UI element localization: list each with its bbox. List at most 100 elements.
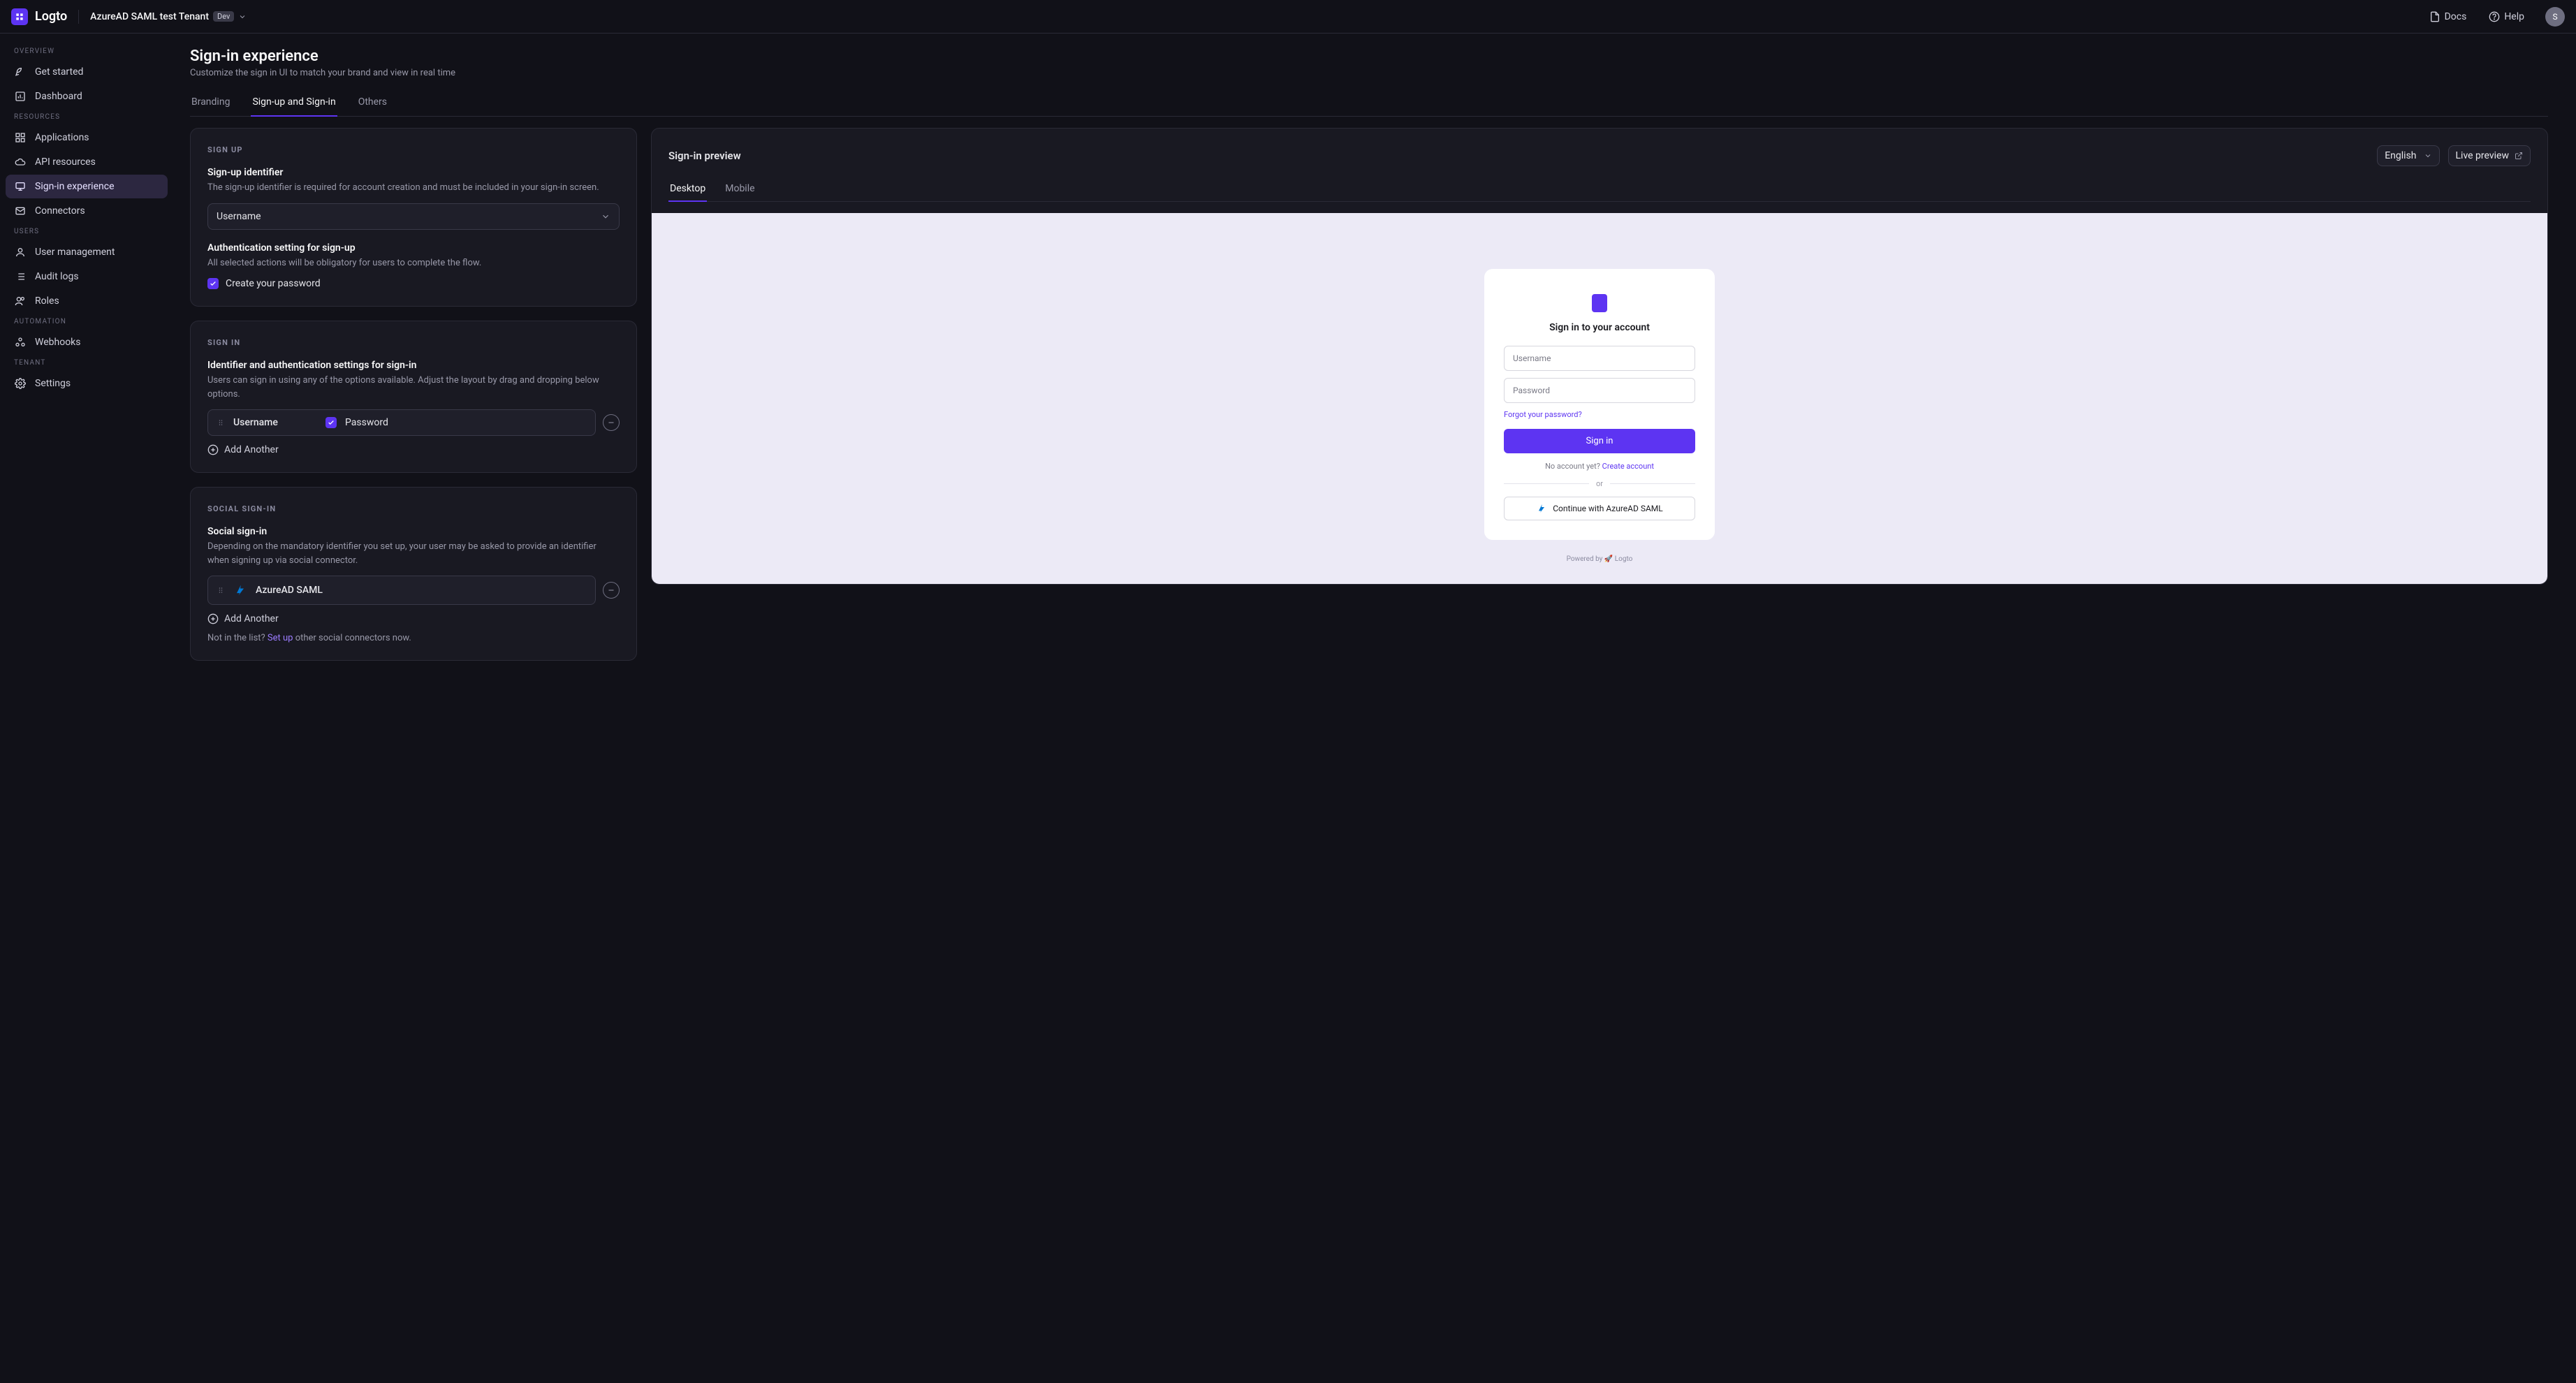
sidebar-item-label: Webhooks — [35, 337, 81, 348]
sidebar-item-dashboard[interactable]: Dashboard — [6, 85, 168, 108]
preview-title: Sign-in preview — [668, 149, 2369, 162]
chevron-down-icon — [238, 13, 247, 21]
signin-method-name: Username — [233, 417, 317, 428]
preview-tab-mobile[interactable]: Mobile — [724, 177, 756, 201]
brand-logo[interactable]: Logto — [11, 8, 67, 25]
tenant-switcher[interactable]: AzureAD SAML test Tenant Dev — [90, 11, 247, 22]
preview-forgot-link[interactable]: Forgot your password? — [1504, 410, 1695, 419]
help-label: Help — [2504, 11, 2524, 22]
social-title: Social sign-in — [207, 526, 620, 537]
signin-method-row[interactable]: Username Password — [207, 409, 596, 436]
sidebar-item-get-started[interactable]: Get started — [6, 60, 168, 84]
drag-handle-icon[interactable] — [217, 586, 225, 594]
signin-card: SIGN IN Identifier and authentication se… — [190, 321, 637, 473]
add-social-connector-button[interactable]: Add Another — [207, 613, 620, 624]
add-signin-method-button[interactable]: Add Another — [207, 444, 620, 455]
docs-label: Docs — [2445, 11, 2467, 22]
sidebar-item-label: Settings — [35, 378, 71, 389]
preview-logo-icon — [1592, 294, 1607, 312]
preview-language-value: English — [2385, 150, 2416, 161]
preview-oauth-label: Continue with AzureAD SAML — [1553, 504, 1663, 513]
tenant-name: AzureAD SAML test Tenant — [90, 11, 209, 22]
plus-circle-icon — [207, 444, 219, 455]
content-area: Sign-in experience Customize the sign in… — [173, 34, 2576, 1383]
cloud-icon — [14, 156, 27, 168]
azure-icon — [1536, 503, 1547, 514]
signup-identifier-value: Username — [217, 211, 261, 222]
preview-tab-desktop[interactable]: Desktop — [668, 177, 707, 201]
sidebar-section-automation: Automation — [6, 314, 168, 330]
add-social-label: Add Another — [224, 613, 279, 624]
sidebar-item-label: Roles — [35, 295, 59, 307]
footnote-suffix: other social connectors now. — [293, 633, 411, 643]
signin-settings-desc: Users can sign in using any of the optio… — [207, 374, 620, 401]
page-subtitle: Customize the sign in UI to match your b… — [190, 68, 2548, 78]
remove-social-connector-button[interactable] — [603, 582, 620, 599]
sidebar-item-label: API resources — [35, 156, 96, 168]
preview-oauth-button[interactable]: Continue with AzureAD SAML — [1504, 497, 1695, 520]
logo-mark-icon — [11, 8, 28, 25]
help-link[interactable]: Help — [2483, 8, 2530, 25]
preview-create-account-link[interactable]: Create account — [1602, 462, 1654, 471]
sidebar-item-webhooks[interactable]: Webhooks — [6, 330, 168, 354]
social-connector-row[interactable]: AzureAD SAML — [207, 576, 596, 605]
user-avatar[interactable]: S — [2545, 7, 2565, 27]
no-account-prefix: No account yet? — [1545, 462, 1602, 471]
tab-others[interactable]: Others — [357, 89, 388, 116]
or-label: or — [1596, 479, 1603, 488]
preview-language-select[interactable]: English — [2377, 145, 2439, 166]
create-password-label: Create your password — [226, 278, 321, 289]
sidebar-item-label: Audit logs — [35, 271, 79, 282]
page-tabs: Branding Sign-up and Sign-in Others — [190, 89, 2548, 117]
signup-card: SIGN UP Sign-up identifier The sign-up i… — [190, 128, 637, 307]
preview-signin-button[interactable]: Sign in — [1504, 429, 1695, 453]
remove-signin-method-button[interactable] — [603, 414, 620, 431]
divider — [78, 10, 79, 24]
sidebar-item-label: Connectors — [35, 205, 85, 217]
sidebar-item-roles[interactable]: Roles — [6, 289, 168, 313]
docs-link[interactable]: Docs — [2424, 8, 2473, 25]
drag-handle-icon[interactable] — [217, 418, 225, 427]
tab-branding[interactable]: Branding — [190, 89, 231, 116]
live-preview-label: Live preview — [2456, 150, 2509, 161]
create-password-row[interactable]: Create your password — [207, 278, 620, 289]
signin-settings-title: Identifier and authentication settings f… — [207, 360, 620, 371]
sidebar-section-overview: Overview — [6, 43, 168, 59]
document-icon — [2429, 11, 2440, 22]
sidebar-item-sign-in-experience[interactable]: Sign-in experience — [6, 175, 168, 198]
preview-no-account: No account yet? Create account — [1504, 462, 1695, 471]
signup-identifier-select[interactable]: Username — [207, 203, 620, 230]
screen-icon — [14, 180, 27, 193]
sidebar-item-label: Applications — [35, 132, 89, 143]
create-password-checkbox[interactable] — [207, 278, 219, 289]
chevron-down-icon — [2424, 152, 2432, 160]
sidebar-item-label: User management — [35, 247, 115, 258]
signup-section-title: SIGN UP — [207, 145, 620, 154]
sidebar-item-api-resources[interactable]: API resources — [6, 150, 168, 174]
brand-name: Logto — [35, 9, 67, 24]
sidebar-item-label: Sign-in experience — [35, 181, 115, 192]
social-footnote: Not in the list? Set up other social con… — [207, 633, 620, 643]
sidebar-item-settings[interactable]: Settings — [6, 372, 168, 395]
tab-signup-signin[interactable]: Sign-up and Sign-in — [251, 89, 337, 116]
auth-setting-title: Authentication setting for sign-up — [207, 242, 620, 254]
sidebar-item-user-management[interactable]: User management — [6, 240, 168, 264]
tenant-env-badge: Dev — [213, 11, 234, 22]
users-icon — [14, 295, 27, 307]
sidebar-section-users: Users — [6, 224, 168, 240]
live-preview-button[interactable]: Live preview — [2448, 145, 2531, 166]
add-signin-label: Add Another — [224, 444, 279, 455]
list-icon — [14, 270, 27, 283]
signin-factor-checkbox[interactable] — [325, 417, 337, 428]
sidebar-item-audit-logs[interactable]: Audit logs — [6, 265, 168, 288]
sidebar-item-connectors[interactable]: Connectors — [6, 199, 168, 223]
signin-factor-label: Password — [345, 417, 388, 428]
setup-connectors-link[interactable]: Set up — [268, 633, 293, 643]
preview-password-input[interactable]: Password — [1504, 378, 1695, 403]
preview-device-tabs: Desktop Mobile — [668, 177, 2531, 202]
plus-circle-icon — [207, 613, 219, 624]
social-card: SOCIAL SIGN-IN Social sign-in Depending … — [190, 487, 637, 661]
preview-username-input[interactable]: Username — [1504, 346, 1695, 371]
sidebar-item-applications[interactable]: Applications — [6, 126, 168, 149]
sidebar-item-label: Get started — [35, 66, 83, 78]
